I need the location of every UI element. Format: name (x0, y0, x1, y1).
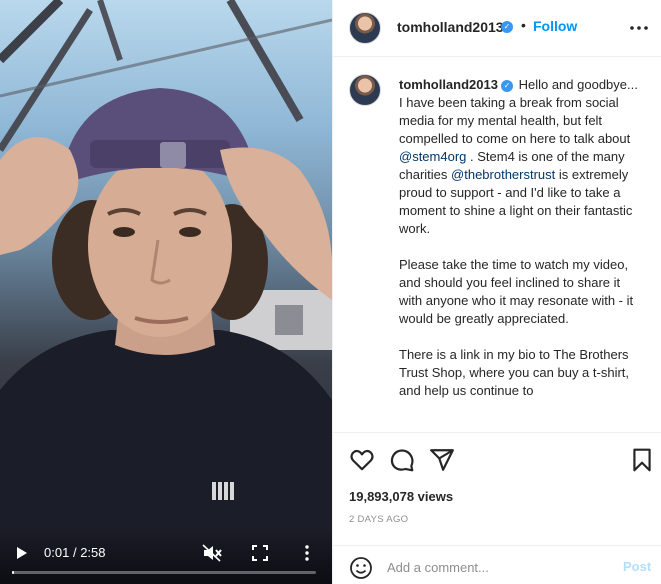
muted-speaker-icon[interactable] (202, 544, 222, 562)
heart-icon[interactable] (349, 447, 375, 473)
current-time: 0:01 (44, 545, 70, 560)
separator-dot: • (521, 17, 526, 33)
speech-bubble-icon[interactable] (389, 447, 415, 473)
video-player[interactable]: 0:01 / 2:58 (0, 0, 332, 584)
video-progress-bar[interactable] (12, 571, 316, 574)
post-timestamp[interactable]: 2 DAYS AGO (349, 514, 408, 525)
video-progress-fill (12, 571, 14, 574)
smiley-icon[interactable] (349, 556, 373, 580)
post-comment-button[interactable]: Post (623, 559, 651, 574)
video-time: 0:01 / 2:58 (44, 544, 106, 562)
bookmark-icon[interactable] (629, 447, 655, 473)
comment-input[interactable] (387, 557, 607, 577)
fullscreen-icon[interactable] (252, 544, 268, 562)
caption-text: is extremely proud to support - and I'd … (399, 167, 634, 398)
comment-form: Post (333, 545, 661, 584)
mention-link[interactable]: @stem4org (399, 149, 466, 164)
avatar[interactable] (349, 12, 381, 44)
post-caption: tomholland2013 ✓ Hello and goodbye... I h… (399, 76, 639, 400)
caption-avatar[interactable] (349, 74, 381, 106)
post-header: tomholland2013 ✓ • Follow (333, 0, 661, 57)
duration: 2:58 (80, 545, 106, 560)
play-icon[interactable] (12, 544, 30, 562)
header-username[interactable]: tomholland2013 (397, 19, 504, 35)
video-frame (0, 0, 332, 584)
time-separator: / (72, 545, 77, 560)
verified-badge-icon: ✓ (501, 21, 513, 33)
post-actions (333, 432, 661, 492)
mention-link[interactable]: @thebrotherstrust (451, 167, 555, 182)
caption-username[interactable]: tomholland2013 (399, 77, 498, 92)
horizontal-dots-icon[interactable] (629, 18, 649, 38)
post-details-panel: tomholland2013 ✓ • Follow tomholland2013… (332, 0, 661, 584)
video-controls: 0:01 / 2:58 (0, 526, 332, 584)
follow-button[interactable]: Follow (533, 18, 577, 34)
verified-badge-icon: ✓ (500, 80, 513, 92)
comments-section[interactable]: tomholland2013 ✓ Hello and goodbye... I h… (333, 58, 661, 432)
view-count[interactable]: 19,893,078 views (349, 489, 453, 504)
vertical-dots-icon[interactable] (302, 544, 312, 562)
paper-plane-icon[interactable] (429, 447, 455, 473)
